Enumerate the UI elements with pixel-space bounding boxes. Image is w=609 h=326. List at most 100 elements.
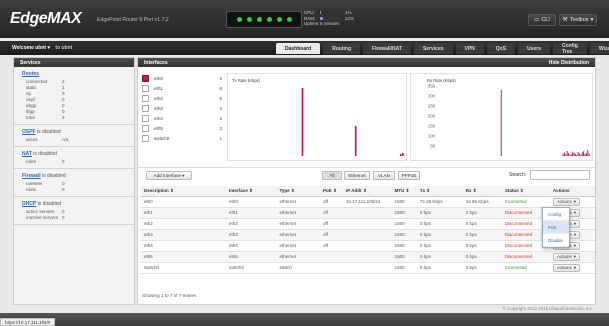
routes-row-key: ebgp	[26, 102, 37, 108]
actions-button[interactable]: Actions▾	[553, 252, 581, 261]
interface-checkbox[interactable]	[142, 74, 149, 82]
table-header-mtu[interactable]: MTU ⇕	[390, 186, 416, 197]
routes-section: Routes connected 2 static 1 rip 0 ospf 0 ebgp 0 ib…	[14, 67, 134, 125]
rx-chart-svg: 350 300 250 200 150 100 50	[428, 84, 590, 156]
tab-services[interactable]: Services	[413, 43, 453, 54]
rx-chart-bar	[563, 152, 565, 156]
cell-ip-addr	[342, 218, 391, 230]
interface-toggle-eth0[interactable]: eth0 3	[142, 73, 222, 83]
routes-link[interactable]: Routes	[22, 71, 126, 77]
cell-poe: off	[319, 229, 342, 241]
interface-toggle-eth3[interactable]: eth3 4	[142, 103, 222, 113]
toolbox-button[interactable]: ⚒ Toolbox ▾	[559, 14, 597, 26]
cell-interface: eth4	[224, 240, 276, 252]
cell-poe	[319, 262, 342, 274]
dhcp-link[interactable]: DHCP	[22, 201, 36, 207]
interface-toggle-switch0[interactable]: switch0 1	[142, 133, 222, 143]
interface-toggle-eth5[interactable]: eth5 2	[142, 123, 222, 133]
search-input[interactable]	[530, 170, 590, 180]
filter-ethernet[interactable]: Ethernet	[344, 171, 370, 180]
tab-users[interactable]: Users	[518, 43, 550, 54]
cell-poe: off	[319, 207, 342, 219]
routes-row-key: static	[26, 84, 37, 90]
actions-button[interactable]: Actions▾	[553, 263, 581, 272]
dhcp-row-key: active servers	[26, 208, 55, 214]
interface-checkbox[interactable]	[142, 124, 149, 132]
cell-rx: 0 bps	[461, 251, 501, 263]
add-interface-button[interactable]: Add Interface ▾	[146, 171, 192, 180]
port-light-5	[276, 17, 282, 22]
interface-checkbox[interactable]	[142, 134, 149, 142]
table-header-poe[interactable]: PoE ⇕	[319, 186, 342, 197]
welcome-menu[interactable]: Welcome ubnt ▾ to ubnt	[12, 45, 72, 51]
dropdown-item-disable[interactable]: Disable	[543, 234, 569, 247]
tab-config-tree[interactable]: Config Tree	[552, 43, 587, 55]
firewall-link[interactable]: Firewall	[22, 173, 41, 179]
interfaces-table: Description ⇕ Interface ⇕ Type ⇕ PoE ⇕ IP Ad…	[140, 186, 595, 274]
actions-button[interactable]: Actions▾	[553, 197, 581, 206]
hide-distribution-button[interactable]: Hide Distribution	[549, 60, 589, 66]
port-light-3	[256, 17, 262, 22]
interface-count: 6	[219, 85, 222, 91]
tab-wizards[interactable]: Wizards	[589, 43, 609, 54]
interface-checkbox[interactable]	[142, 114, 149, 122]
dropdown-item-poe[interactable]: PoE	[543, 221, 569, 234]
chevron-down-icon: ▾	[573, 231, 577, 237]
cell-poe: off	[319, 240, 342, 252]
tab-routing[interactable]: Routing	[323, 43, 361, 54]
cli-button[interactable]: ▭ CLI	[528, 14, 556, 26]
tab-vpn[interactable]: VPN	[455, 43, 484, 54]
interface-checkbox[interactable]	[142, 84, 149, 92]
rx-chart-bar	[577, 152, 579, 156]
uptime-label: Uptime:	[304, 21, 320, 27]
tab-qos[interactable]: QoS	[486, 43, 516, 54]
wrench-icon: ⚒	[562, 17, 568, 23]
dropdown-item-config[interactable]: Config	[543, 208, 569, 221]
ospf-section: OSPF is disabled areas n/a	[14, 125, 134, 147]
rx-chart-bar	[569, 154, 571, 156]
interface-toggle-eth2[interactable]: eth2 5	[142, 93, 222, 103]
table-header-status[interactable]: Status ⇕	[500, 186, 550, 197]
cell-interface: eth0	[224, 196, 276, 208]
cell-rx: 0 bps	[461, 218, 501, 230]
routes-row-key: ospf	[26, 96, 35, 102]
dhcp-row: inactive servers 0	[22, 214, 126, 220]
tab-dashboard[interactable]: Dashboard	[276, 43, 321, 54]
interface-toggle-eth1[interactable]: eth1 6	[142, 83, 222, 93]
interface-checkbox[interactable]	[142, 94, 149, 102]
table-header-description[interactable]: Description ⇕	[140, 186, 225, 197]
firewall-row-value: 0	[62, 180, 65, 186]
rx-chart-bar	[587, 150, 589, 156]
interface-count: 3	[219, 75, 222, 81]
table-header-ip-addr[interactable]: IP Addr ⇕	[342, 186, 391, 197]
table-header-tx[interactable]: Tx ⇕	[415, 186, 462, 197]
interface-toggle-eth4[interactable]: eth4 2	[142, 113, 222, 123]
filter-pppoe[interactable]: PPPoE	[398, 171, 420, 180]
table-header-actions[interactable]: Actions	[549, 186, 595, 197]
interface-name: eth4	[154, 115, 163, 121]
tab-firewall-nat[interactable]: Firewall/NAT	[363, 43, 411, 54]
rx-chart-tick-label: 250	[428, 104, 436, 109]
cell-tx: 0 bps	[415, 251, 462, 263]
table-header-rx[interactable]: Rx ⇕	[461, 186, 501, 197]
interface-count: 1	[219, 135, 222, 141]
interface-checkbox[interactable]	[142, 104, 149, 112]
cell-poe: off	[319, 218, 342, 230]
nat-row: rules 0	[22, 158, 126, 164]
filter-vlan[interactable]: VLAN	[373, 171, 395, 180]
nat-section: NAT is disabled rules 0	[14, 147, 134, 169]
cell-tx: 0 bps	[415, 207, 462, 219]
rx-rate-chart: Rx Rate (Kbps) 350 300 250 200 150 100 50	[410, 73, 593, 161]
filter-all[interactable]: All	[322, 171, 342, 180]
port-status-lights	[226, 11, 302, 28]
ospf-link[interactable]: OSPF	[22, 129, 36, 135]
interface-name: eth5	[154, 125, 163, 131]
tx-rate-chart: Tx Rate (Kbps)	[227, 73, 407, 161]
port-light-1	[236, 17, 242, 22]
table-header-type[interactable]: Type ⇕	[275, 186, 320, 197]
cell-poe	[319, 251, 342, 263]
logout-link[interactable]: to ubnt	[55, 45, 72, 51]
nat-link[interactable]: NAT	[22, 151, 32, 157]
table-header-interface[interactable]: Interface ⇕	[224, 186, 276, 197]
interface-count: 5	[219, 95, 222, 101]
